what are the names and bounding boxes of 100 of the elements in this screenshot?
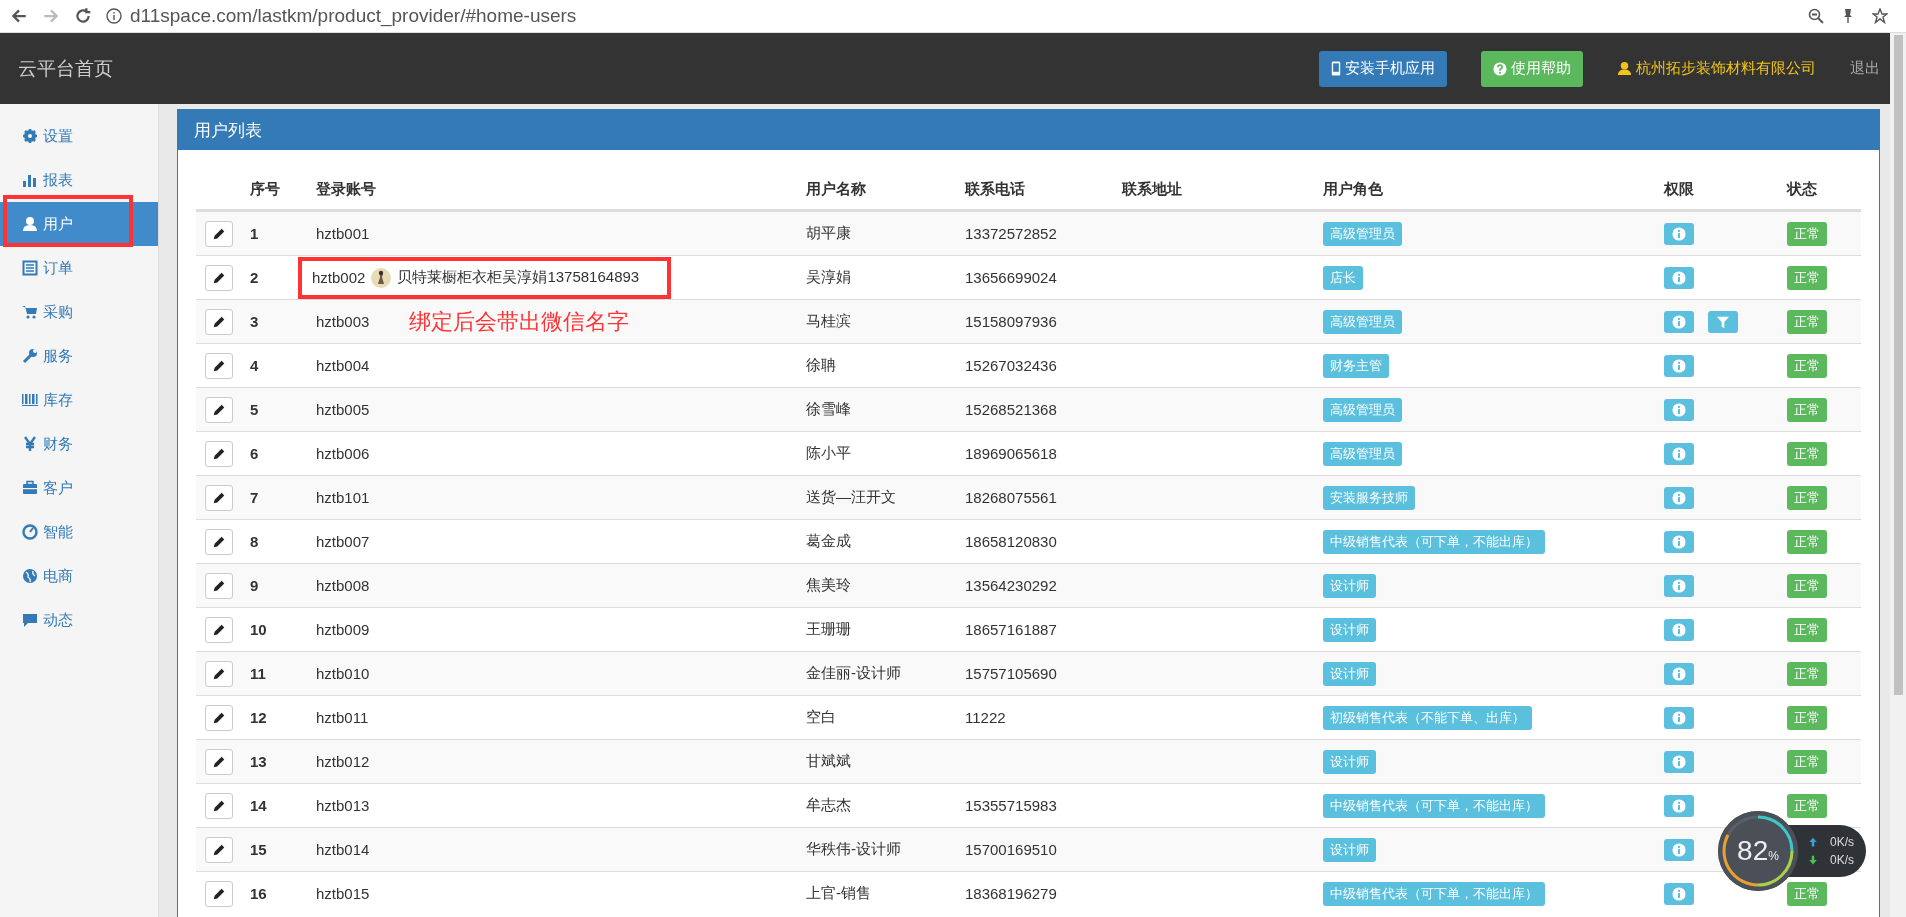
info-button[interactable]: [1664, 398, 1694, 421]
sidebar-item[interactable]: 财务: [0, 422, 158, 466]
info-button[interactable]: [1664, 618, 1694, 641]
edit-button[interactable]: [205, 220, 233, 247]
info-button[interactable]: [1664, 706, 1694, 729]
pencil-icon: [212, 798, 226, 813]
menu-item-icon: [22, 304, 38, 320]
forward-icon: [42, 7, 60, 25]
status-label: 正常: [1787, 793, 1827, 818]
install-app-button[interactable]: 安装手机应用: [1319, 50, 1447, 87]
site-title[interactable]: 云平台首页: [18, 55, 1319, 82]
pencil-icon: [212, 842, 226, 857]
status-label: 正常: [1787, 749, 1827, 774]
status-label: 正常: [1787, 617, 1827, 642]
download-arrow-icon: [1808, 855, 1818, 865]
pencil-icon: [212, 886, 226, 901]
info-icon: [1672, 226, 1686, 241]
table-cell: 15355715983: [965, 797, 1057, 814]
sidebar-item[interactable]: 采购: [0, 290, 158, 334]
info-button[interactable]: [1664, 486, 1694, 509]
menu-item-icon: [22, 436, 38, 452]
role-label: 高级管理员: [1323, 441, 1402, 466]
edit-button[interactable]: [205, 792, 233, 819]
menu-item-icon: [22, 612, 38, 628]
help-button[interactable]: 使用帮助: [1481, 50, 1583, 87]
pencil-icon: [212, 710, 226, 725]
info-icon: [1672, 622, 1686, 637]
pencil-icon: [212, 578, 226, 593]
edit-button[interactable]: [205, 836, 233, 863]
info-button[interactable]: [1664, 882, 1694, 905]
menu-item-icon: [22, 480, 38, 496]
role-label: 安装服务技师: [1323, 485, 1415, 510]
info-button[interactable]: [1664, 838, 1694, 861]
info-icon: [1672, 798, 1686, 813]
pencil-icon: [212, 226, 226, 241]
edit-button[interactable]: [205, 264, 233, 291]
sidebar-item[interactable]: 服务: [0, 334, 158, 378]
table-cell: 13372572852: [965, 225, 1057, 242]
role-label: 设计师: [1323, 837, 1376, 862]
edit-button[interactable]: [205, 704, 233, 731]
pencil-icon: [212, 446, 226, 461]
edit-button[interactable]: [205, 396, 233, 423]
info-button[interactable]: [1664, 530, 1694, 553]
edit-button[interactable]: [205, 484, 233, 511]
info-button[interactable]: [1664, 574, 1694, 597]
info-button[interactable]: [1664, 662, 1694, 685]
edit-button[interactable]: [205, 880, 233, 907]
wechat-name: 贝特莱橱柜衣柜吴淳娟13758164893: [397, 268, 640, 287]
panel-title: 用户列表: [194, 119, 262, 142]
menu-item-icon: [22, 128, 38, 144]
info-icon: [1672, 270, 1686, 285]
edit-button[interactable]: [205, 308, 233, 335]
sidebar-item[interactable]: 报表: [0, 158, 158, 202]
company-name[interactable]: 杭州拓步装饰材料有限公司: [1636, 59, 1816, 78]
upload-arrow-icon: [1808, 837, 1818, 847]
menu-item-icon: [22, 568, 38, 584]
info-button[interactable]: [1664, 266, 1694, 289]
table-cell-text: 胡平康: [805, 224, 852, 243]
edit-button[interactable]: [205, 748, 233, 775]
sidebar-item[interactable]: 电商: [0, 554, 158, 598]
edit-button[interactable]: [205, 352, 233, 379]
edit-button[interactable]: [205, 440, 233, 467]
sidebar-item[interactable]: 库存: [0, 378, 158, 422]
logout-link[interactable]: 退出: [1850, 59, 1880, 78]
table-cell-text: 空白: [805, 708, 837, 727]
edit-button[interactable]: [205, 660, 233, 687]
sidebar-item[interactable]: 用户: [0, 202, 158, 246]
role-label: 高级管理员: [1323, 309, 1402, 334]
table-cell: 18969065618: [965, 445, 1057, 462]
info-button[interactable]: [1664, 222, 1694, 245]
info-button[interactable]: [1664, 750, 1694, 773]
sidebar-item[interactable]: 设置: [0, 114, 158, 158]
table-cell-text: 陈小平: [805, 444, 852, 463]
menu-item-icon: [22, 524, 38, 540]
edit-button[interactable]: [205, 528, 233, 555]
sidebar-item[interactable]: 动态: [0, 598, 158, 642]
sidebar-item[interactable]: 订单: [0, 246, 158, 290]
info-button[interactable]: [1664, 442, 1694, 465]
table-cell: hztb101: [316, 489, 370, 506]
info-button[interactable]: [1664, 794, 1694, 817]
table-cell: 15267032436: [965, 357, 1057, 374]
table-cell-text: 2: [249, 269, 260, 286]
table-cell: hztb013: [316, 797, 370, 814]
table-cell-text: 徐聃: [805, 356, 837, 375]
edit-button[interactable]: [205, 616, 233, 643]
scrollbar-thumb[interactable]: [1893, 35, 1903, 695]
table-cell: 15757105690: [965, 665, 1057, 682]
table-cell-text: 葛金成: [805, 532, 852, 551]
info-button[interactable]: [1664, 354, 1694, 377]
sidebar-item[interactable]: 智能: [0, 510, 158, 554]
address-bar-url[interactable]: d11space.com/lastkm/product_provider/#home-users: [130, 5, 577, 27]
sidebar-item[interactable]: 客户: [0, 466, 158, 510]
info-button[interactable]: [1664, 310, 1694, 333]
filter-button[interactable]: [1708, 310, 1738, 333]
table-cell-text: 9: [249, 577, 260, 594]
table-cell-text: 15: [249, 841, 268, 858]
table-cell-text: 13: [249, 753, 268, 770]
table-cell: hztb014: [316, 841, 370, 858]
edit-button[interactable]: [205, 572, 233, 599]
table-cell: hztb001: [316, 225, 370, 242]
